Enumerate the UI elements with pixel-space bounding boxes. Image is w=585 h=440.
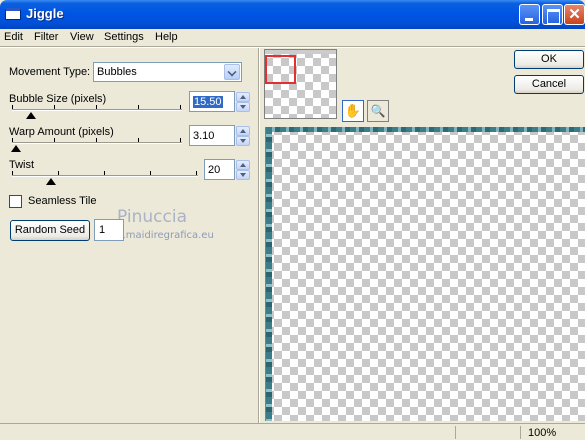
preview-frame-left [266,127,272,421]
movement-type-value: Bubbles [97,66,137,78]
menu-view[interactable]: View [70,31,94,43]
viewport-rectangle[interactable] [265,55,296,84]
bubble-size-input[interactable]: 15.50 [189,91,235,112]
twist-spinner[interactable] [236,160,250,180]
slider-tick [54,105,55,109]
maximize-button[interactable] [542,4,563,25]
spin-down-arrow-icon[interactable] [236,136,250,146]
slider-tick [180,138,181,142]
ok-label: OK [541,53,557,65]
slider-tick [104,171,105,175]
cancel-label: Cancel [531,78,567,90]
slider-tick [138,138,139,142]
seamless-tile-checkbox[interactable] [9,195,22,208]
menu-settings[interactable]: Settings [104,31,144,43]
warp-amount-spinner[interactable] [236,126,250,146]
warp-amount-value: 3.10 [193,130,215,142]
status-divider [455,426,456,439]
slider-tick [54,138,55,142]
warp-amount-slider-track[interactable] [12,142,182,144]
window-title: Jiggle [26,6,64,21]
twist-slider-track[interactable] [12,175,198,177]
random-seed-input[interactable]: 1 [94,219,124,241]
slider-tick [96,105,97,109]
menu-edit[interactable]: Edit [4,31,23,43]
menu-filter[interactable]: Filter [34,31,58,43]
status-divider [520,426,521,439]
warp-amount-slider-thumb[interactable] [11,145,21,152]
bubble-size-slider-thumb[interactable] [26,112,36,119]
random-seed-value: 1 [99,224,106,236]
seamless-tile-label[interactable]: Seamless Tile [28,195,96,207]
minimize-button[interactable] [519,4,540,25]
movement-type-label: Movement Type: [9,66,91,78]
nav-preview-strip [265,50,336,54]
slider-tick [12,171,13,175]
slider-tick [196,171,197,175]
window-icon [5,8,21,20]
pan-tool-button[interactable]: ✋ [342,100,364,122]
slider-tick [12,105,13,109]
close-button[interactable]: ✕ [564,4,585,25]
warp-amount-input[interactable]: 3.10 [189,125,235,146]
ok-button[interactable]: OK [514,50,584,69]
slider-tick [138,105,139,109]
title-bar[interactable]: Jiggle ✕ [0,0,585,29]
dropdown-arrow-button[interactable] [224,64,240,80]
twist-value: 20 [208,164,221,176]
status-bar: 100% [0,423,585,440]
bubble-size-slider-track[interactable] [12,109,182,111]
hand-icon: ✋ [344,103,362,118]
bubble-size-label: Bubble Size (pixels) [9,93,107,105]
twist-slider-thumb[interactable] [46,178,56,185]
bubble-size-spinner[interactable] [236,92,250,112]
menu-bar: Edit Filter View Settings Help [0,29,585,46]
spin-down-arrow-icon[interactable] [236,102,250,112]
twist-label: Twist [9,159,35,171]
bubble-size-value: 15.50 [193,96,223,108]
slider-tick [180,105,181,109]
spin-down-arrow-icon[interactable] [236,170,250,180]
magnifier-icon: 🔍 [370,104,386,118]
watermark-name: Pinuccia [117,207,187,227]
random-seed-label: Random Seed [14,224,86,236]
movement-type-select[interactable]: Bubbles [93,62,242,82]
chevron-down-icon [227,67,237,77]
menu-separator [0,46,585,48]
cancel-button[interactable]: Cancel [514,75,584,94]
preview-frame-top [266,127,585,132]
random-seed-button[interactable]: Random Seed [10,220,90,241]
zoom-level: 100% [528,427,557,439]
warp-amount-label: Warp Amount (pixels) [9,126,114,138]
menu-help[interactable]: Help [155,31,178,43]
zoom-tool-button[interactable]: 🔍 [367,100,389,122]
panel-divider [258,48,260,423]
slider-tick [96,138,97,142]
slider-tick [58,171,59,175]
close-icon: ✕ [568,6,581,23]
navigation-preview[interactable] [264,49,337,119]
spin-up-arrow-icon[interactable] [236,92,250,102]
spin-up-arrow-icon[interactable] [236,160,250,170]
spin-up-arrow-icon[interactable] [236,126,250,136]
slider-tick [12,138,13,142]
slider-tick [150,171,151,175]
main-preview-canvas[interactable] [265,127,585,421]
twist-input[interactable]: 20 [204,159,235,180]
